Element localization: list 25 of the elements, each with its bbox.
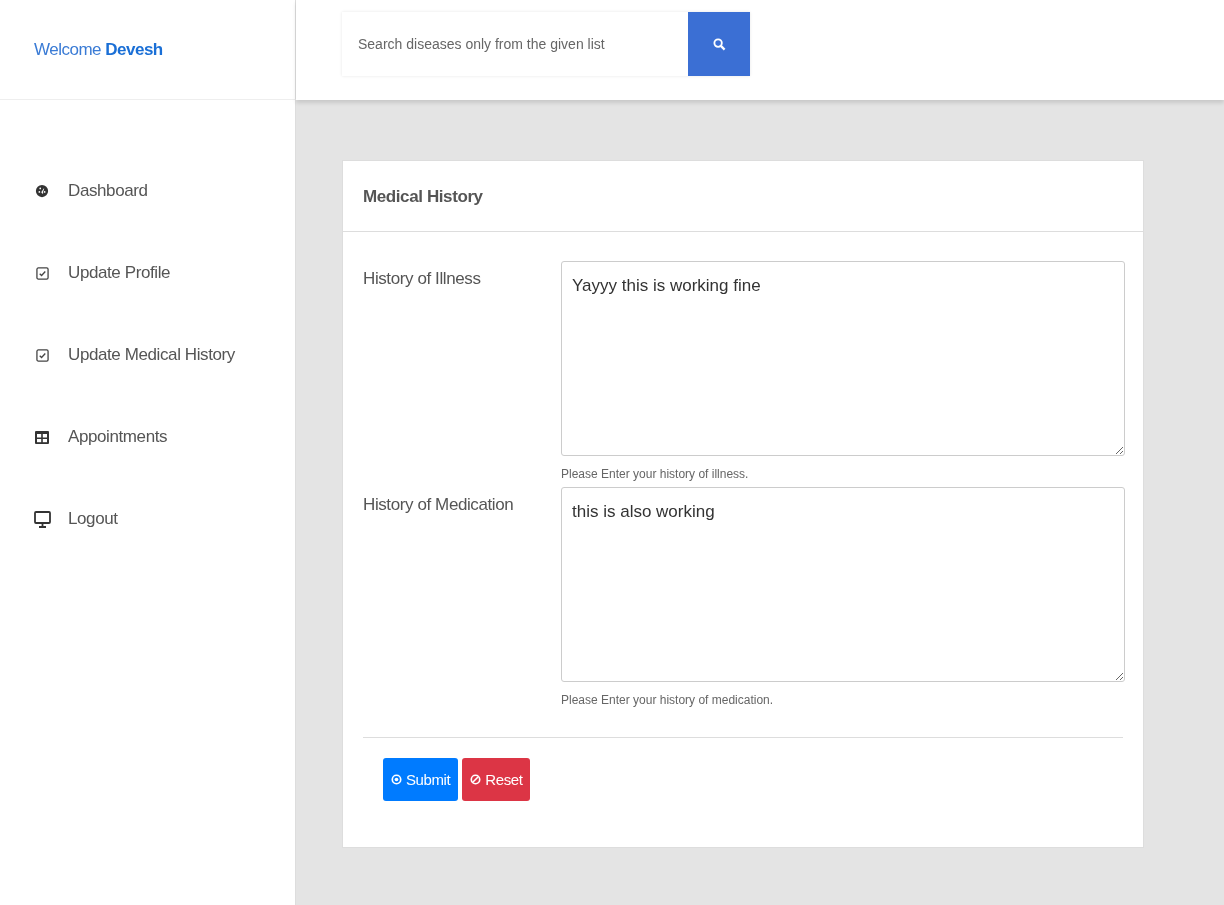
sidebar-item[interactable]: Appointments [32, 424, 168, 450]
checkbox-icon [35, 348, 49, 362]
sidebar-item[interactable]: Dashboard [32, 178, 148, 204]
help-text: Please Enter your history of medication. [561, 693, 774, 707]
sidebar-item[interactable]: Logout [32, 506, 118, 532]
card-title: Medical History [343, 161, 1143, 232]
table-icon [35, 430, 49, 444]
search-icon [712, 37, 726, 51]
help-text: Please Enter your history of illness. [561, 467, 749, 481]
text-area[interactable]: this is also working [561, 487, 1125, 682]
submit-button[interactable]: Submit [383, 758, 459, 801]
sidebar-item[interactable]: Update Medical History [32, 342, 235, 368]
ban-icon [470, 774, 482, 785]
search-button[interactable] [688, 12, 750, 76]
field-label: History of Medication [363, 494, 514, 515]
dashboard-gauge-icon [35, 184, 49, 198]
sidebar-item[interactable]: Update Profile [32, 260, 171, 286]
welcome-message: Welcome Devesh [34, 39, 163, 60]
text-area[interactable]: Yayyy this is working fine [561, 261, 1125, 456]
checkbox-icon [35, 266, 49, 280]
search-field[interactable]: Search diseases only from the given list [342, 12, 688, 76]
desktop-monitor-icon [33, 510, 51, 528]
circle-dot-icon [391, 774, 402, 785]
reset-button[interactable]: Reset [462, 758, 531, 801]
field-label: History of Illness [363, 268, 481, 289]
